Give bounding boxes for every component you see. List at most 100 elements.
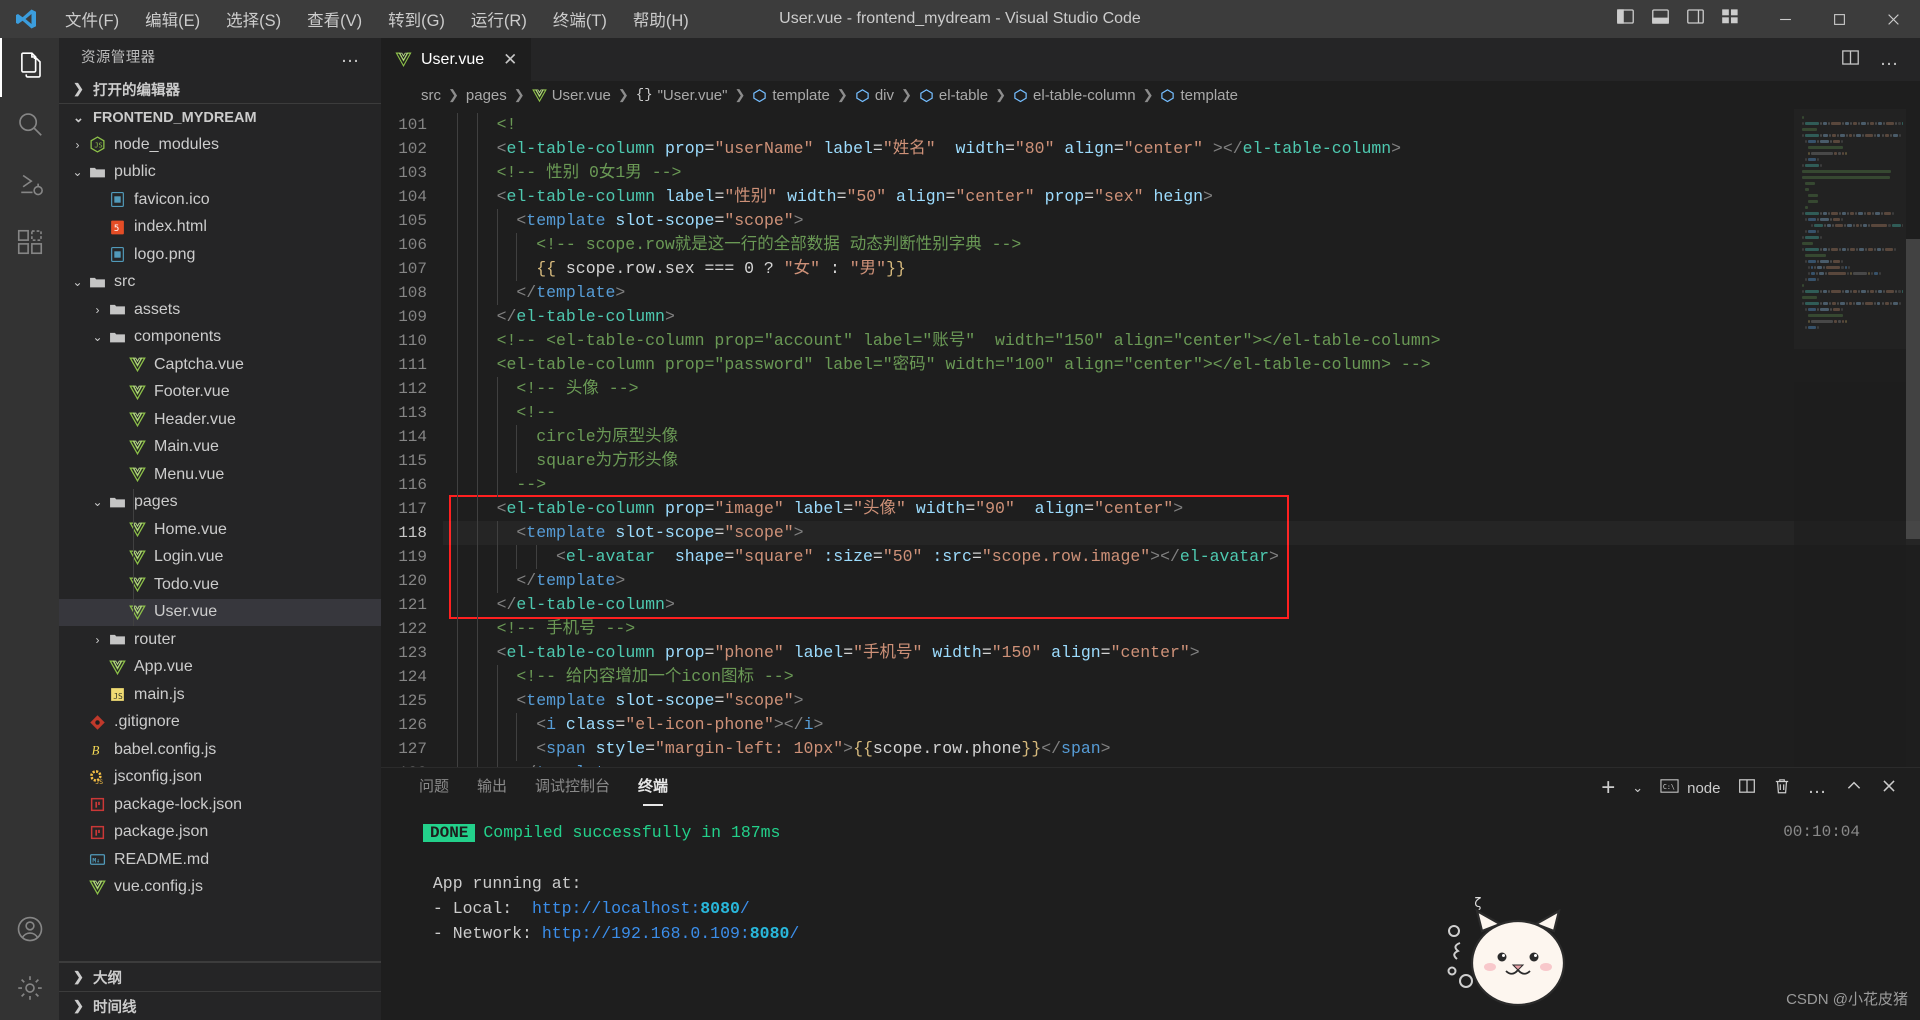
tree-item--gitignore[interactable]: .gitignore [59,709,381,737]
minimap[interactable] [1794,109,1906,767]
chevron-right-icon[interactable]: › [89,633,106,647]
code-line-107[interactable]: {{ scope.row.sex === 0 ? "女" : "男"}} [443,257,1920,281]
tree-item-node-modules[interactable]: › JS node_modules [59,131,381,159]
tree-item-user-vue[interactable]: User.vue [59,598,381,626]
split-editor-icon[interactable] [1841,48,1860,72]
tree-item-jsconfig-json[interactable]: JS jsconfig.json [59,764,381,792]
menu-run[interactable]: 运行(R) [458,3,540,35]
tree-item-babel-config-js[interactable]: Bbabel.config.js [59,736,381,764]
chevron-down-icon[interactable]: ⌄ [89,330,106,344]
code-line-120[interactable]: </template> [443,569,1920,593]
sidebar-more-actions-icon[interactable]: … [341,47,362,66]
panel-more-actions-icon[interactable]: … [1808,778,1829,797]
chevron-down-icon[interactable]: ⌄ [89,495,106,509]
breadcrumb-item-template[interactable]: template [752,87,830,104]
window-minimize-button[interactable] [1758,0,1812,38]
panel-tab-debug-console[interactable]: 调试控制台 [535,775,610,802]
maximize-panel-icon[interactable] [1845,777,1863,800]
tree-item-index-html[interactable]: 5 index.html [59,214,381,242]
toggle-panel-icon[interactable] [1651,7,1670,31]
menu-bar[interactable]: 文件(F) 编辑(E) 选择(S) 查看(V) 转到(G) 运行(R) 终端(T… [52,3,702,35]
tree-item-src[interactable]: ⌄ src [59,269,381,297]
breadcrumb-item-src[interactable]: src [421,87,441,104]
activity-search-button[interactable] [0,97,59,156]
code-line-102[interactable]: <el-table-column prop="userName" label="… [443,137,1920,161]
code-line-115[interactable]: square为方形头像 [443,449,1920,473]
tree-item-components[interactable]: ⌄ components [59,324,381,352]
code-line-109[interactable]: </el-table-column> [443,305,1920,329]
code-line-127[interactable]: <span style="margin-left: 10px">{{scope.… [443,737,1920,761]
tree-item-main-js[interactable]: JS main.js [59,681,381,709]
breadcrumb-item-pages[interactable]: pages [466,87,507,104]
toggle-primary-sidebar-icon[interactable] [1616,7,1635,31]
activity-extensions-button[interactable] [0,215,59,274]
code-line-123[interactable]: <el-table-column prop="phone" label="手机号… [443,641,1920,665]
tree-item-menu-vue[interactable]: Menu.vue [59,461,381,489]
customize-layout-icon[interactable] [1721,7,1740,31]
code-line-105[interactable]: <template slot-scope="scope"> [443,209,1920,233]
local-url[interactable]: http://localhost:8080/ [532,899,750,918]
chevron-down-icon[interactable]: ⌄ [69,275,86,289]
tree-item-router[interactable]: › router [59,626,381,654]
menu-help[interactable]: 帮助(H) [620,3,702,35]
code-line-112[interactable]: <!-- 头像 --> [443,377,1920,401]
activity-accounts-button[interactable] [0,902,59,961]
panel-tab-problems[interactable]: 问题 [419,775,449,802]
tab-user-vue[interactable]: User.vue ✕ [381,38,533,81]
tree-item-footer-vue[interactable]: Footer.vue [59,379,381,407]
breadcrumb-item-el-table[interactable]: el-table [919,87,988,104]
panel-tab-output[interactable]: 输出 [477,775,507,802]
code-line-106[interactable]: <!-- scope.row就是这一行的全部数据 动态判断性别字典 --> [443,233,1920,257]
new-terminal-dropdown-icon[interactable]: ⌄ [1632,780,1643,796]
code-line-119[interactable]: <el-avatar shape="square" :size="50" :sr… [443,545,1920,569]
window-close-button[interactable] [1866,0,1920,38]
code-line-125[interactable]: <template slot-scope="scope"> [443,689,1920,713]
tree-item-pages[interactable]: ⌄ pages [59,489,381,517]
breadcrumb-item-template[interactable]: template [1160,87,1238,104]
close-panel-icon[interactable] [1880,777,1898,800]
tree-item-captcha-vue[interactable]: Captcha.vue [59,351,381,379]
menu-selection[interactable]: 选择(S) [213,3,294,35]
tree-item-vue-config-js[interactable]: vue.config.js [59,874,381,902]
code-content[interactable]: <! <el-table-column prop="userName" label… [443,109,1920,767]
split-terminal-icon[interactable] [1738,777,1756,800]
tree-item-home-vue[interactable]: Home.vue [59,516,381,544]
tree-item-package-json[interactable]: package.json [59,819,381,847]
breadcrumb[interactable]: src ❯ pages ❯ User.vue ❯ {} "User.vue" ❯ template… [381,81,1920,109]
tree-item-package-lock-json[interactable]: package-lock.json [59,791,381,819]
trash-icon[interactable] [1773,777,1791,800]
breadcrumb-item-el-table-column[interactable]: el-table-column [1013,87,1136,104]
code-line-118[interactable]: <template slot-scope="scope"> [443,521,1920,545]
code-line-103[interactable]: <!-- 性别 0女1男 --> [443,161,1920,185]
chevron-right-icon[interactable]: › [69,138,86,152]
outline-section[interactable]: ❯ 大纲 [59,962,381,991]
activity-manage-button[interactable] [0,961,59,1020]
code-line-104[interactable]: <el-table-column label="性别" width="50" a… [443,185,1920,209]
file-tree[interactable]: › JS node_modules ⌄ public favicon.ico 5 index.… [59,131,381,961]
code-line-126[interactable]: <i class="el-icon-phone"></i> [443,713,1920,737]
menu-file[interactable]: 文件(F) [52,3,132,35]
tree-item-assets[interactable]: › assets [59,296,381,324]
breadcrumb-item--user-vue-[interactable]: {} "User.vue" [636,87,728,104]
open-editors-section[interactable]: ❯ 打开的编辑器 [59,75,381,103]
code-line-128[interactable]: </template> [443,761,1920,767]
editor-vertical-scrollbar[interactable] [1906,109,1920,767]
code-line-122[interactable]: <!-- 手机号 --> [443,617,1920,641]
code-line-110[interactable]: <!-- <el-table-column prop="account" lab… [443,329,1920,353]
tree-item-favicon-ico[interactable]: favicon.ico [59,186,381,214]
tree-item-app-vue[interactable]: App.vue [59,654,381,682]
code-line-116[interactable]: --> [443,473,1920,497]
breadcrumb-item-div[interactable]: div [855,87,894,104]
code-line-101[interactable]: <! [443,113,1920,137]
timeline-section[interactable]: ❯ 时间线 [59,991,381,1020]
activity-debug-button[interactable] [0,156,59,215]
tab-close-icon[interactable]: ✕ [503,51,517,68]
network-url[interactable]: http://192.168.0.109:8080/ [542,924,799,943]
code-line-108[interactable]: </template> [443,281,1920,305]
code-line-117[interactable]: <el-table-column prop="image" label="头像"… [443,497,1920,521]
menu-go[interactable]: 转到(G) [375,3,458,35]
chevron-right-icon[interactable]: › [89,303,106,317]
more-actions-icon[interactable]: … [1880,50,1901,69]
project-root-section[interactable]: ⌄ FRONTEND_MYDREAM [59,103,381,131]
menu-view[interactable]: 查看(V) [294,3,375,35]
